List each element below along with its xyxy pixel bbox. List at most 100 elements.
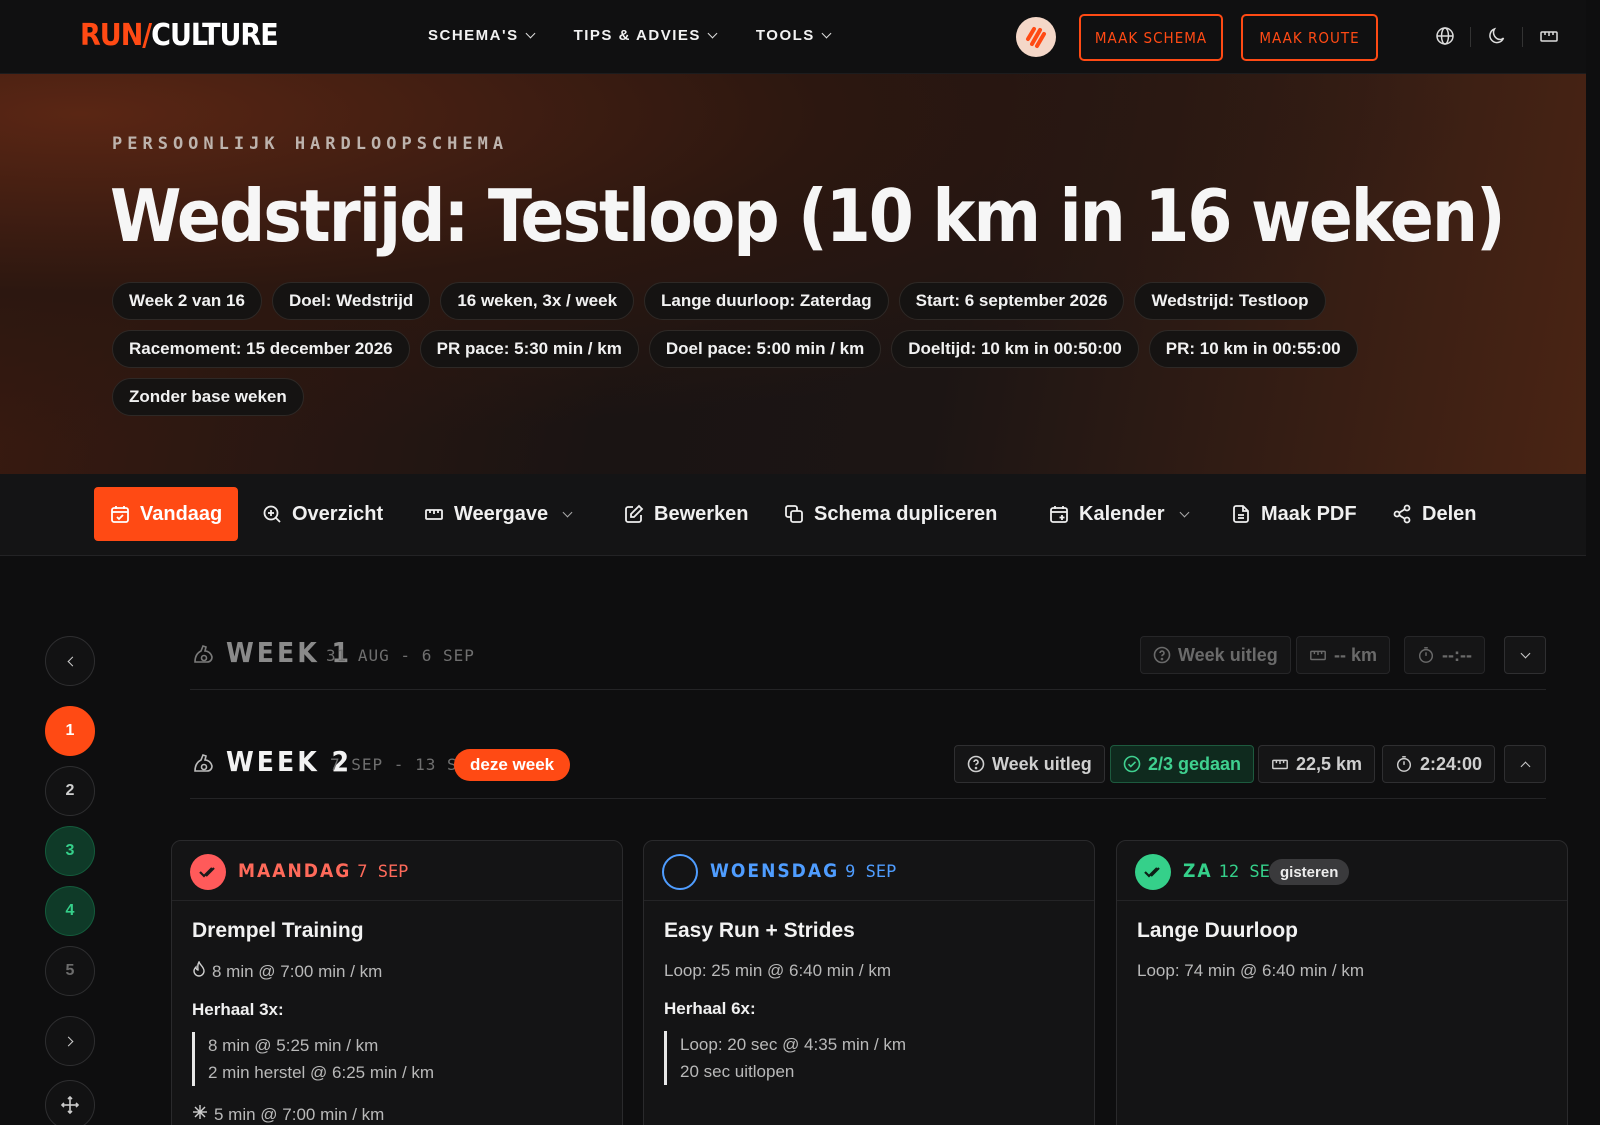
maak-schema-button[interactable]: MAAK SCHEMA — [1079, 14, 1223, 61]
info-chip: Start: 6 september 2026 — [898, 282, 1125, 320]
interval-line: 20 sec uitlopen — [680, 1062, 795, 1081]
info-chip: Doel: Wedstrijd — [271, 282, 431, 320]
rail-week-2[interactable]: 2 — [45, 766, 95, 816]
stopwatch-icon — [1396, 756, 1412, 772]
copy-icon — [784, 504, 804, 524]
card-body: Easy Run + Strides Loop: 25 min @ 6:40 m… — [644, 901, 1094, 1121]
kalender-dropdown[interactable]: Kalender — [1049, 487, 1190, 541]
calendar-check-icon — [110, 504, 130, 524]
repeat-label: Herhaal 6x: — [664, 999, 756, 1018]
chevron-right-icon — [63, 1036, 73, 1046]
completed-icon[interactable] — [1135, 854, 1171, 890]
collapse-week-button[interactable] — [1504, 745, 1546, 783]
card-body: Lange Duurloop Loop: 74 min @ 6:40 min /… — [1117, 901, 1567, 1017]
expand-week-button[interactable] — [1504, 636, 1546, 674]
ruler-icon — [1272, 759, 1288, 770]
zoom-in-icon — [262, 504, 282, 524]
info-chip: 16 weken, 3x / week — [440, 282, 635, 320]
current-week-badge: deze week — [454, 749, 571, 781]
globe-icon[interactable] — [1434, 25, 1456, 47]
check-circle-icon — [1123, 755, 1141, 773]
vandaag-button[interactable]: Vandaag — [94, 487, 239, 541]
chevron-down-icon — [1520, 648, 1530, 658]
next-week-button[interactable] — [45, 1016, 95, 1066]
help-icon — [967, 755, 985, 773]
info-chip: Wedstrijd: Testloop — [1134, 282, 1326, 320]
hero-kicker: PERSOONLIJK HARDLOOPSCHEMA — [112, 134, 509, 154]
schema-dupliceren-button[interactable]: Schema dupliceren — [784, 487, 997, 541]
stopwatch-icon — [1418, 647, 1434, 663]
chevron-down-icon — [1179, 507, 1190, 517]
yesterday-tag: gisteren — [1269, 859, 1350, 885]
menu-tools[interactable]: TOOLS — [756, 27, 832, 44]
cooldown-line: 5 min @ 7:00 min / km — [192, 1104, 602, 1125]
info-chip: Zonder base weken — [112, 378, 304, 416]
workout-line: Loop: 74 min @ 6:40 min / km — [1137, 961, 1365, 980]
previous-week-button[interactable] — [45, 636, 95, 686]
card-header: ZA 12 SEP gisteren — [1117, 841, 1567, 901]
not-completed-icon[interactable] — [662, 854, 698, 890]
info-chip: PR pace: 5:30 min / km — [419, 330, 639, 368]
rail-week-5[interactable]: 5 — [45, 946, 95, 996]
weergave-dropdown[interactable]: Weergave — [424, 487, 573, 541]
week-progress: 2/3 gedaan — [1110, 745, 1255, 783]
document-icon — [1231, 504, 1251, 524]
ruler-icon — [1310, 650, 1326, 661]
workout-title: Lange Duurloop — [1137, 919, 1298, 942]
help-icon — [1153, 646, 1171, 664]
main-menu: SCHEMA'S TIPS & ADVIES TOOLS — [428, 27, 832, 44]
ruler-icon — [424, 504, 444, 524]
week-row-2[interactable]: WEEK 2 7 SEP - 13 SEP deze week Week uit… — [190, 729, 1546, 799]
completed-icon[interactable] — [190, 854, 226, 890]
info-chip: Doel pace: 5:00 min / km — [648, 330, 882, 368]
week-uitleg-button[interactable]: Week uitleg — [954, 745, 1105, 783]
info-chip: PR: 10 km in 00:55:00 — [1148, 330, 1358, 368]
move-button[interactable] — [45, 1080, 95, 1125]
rail-week-4[interactable]: 4 — [45, 886, 95, 936]
maak-pdf-button[interactable]: Maak PDF — [1231, 487, 1357, 541]
week-time: --:-- — [1404, 636, 1485, 674]
workout-line: Loop: 25 min @ 6:40 min / km — [664, 961, 892, 980]
workout-card-woensdag[interactable]: WOENSDAG 9 SEP Easy Run + Strides Loop: 2… — [643, 840, 1095, 1125]
card-header: MAANDAG 7 SEP — [172, 841, 622, 901]
week-distance: -- km — [1296, 636, 1391, 674]
week-distance: 22,5 km — [1258, 745, 1376, 783]
flame-icon — [192, 960, 206, 982]
moon-icon[interactable] — [1486, 25, 1508, 47]
week-row-1[interactable]: WEEK 1 31 AUG - 6 SEP Week uitleg -- km … — [190, 620, 1546, 690]
logo[interactable]: RUN/CULTURE — [80, 18, 279, 53]
day-label: MAANDAG 7 SEP — [238, 860, 409, 882]
chevron-left-icon — [67, 656, 77, 666]
chevron-down-icon — [525, 28, 536, 39]
edit-icon — [624, 504, 644, 524]
overzicht-button[interactable]: Overzicht — [262, 487, 383, 541]
bewerken-button[interactable]: Bewerken — [624, 487, 749, 541]
chevron-down-icon — [707, 28, 718, 39]
rail-week-3[interactable]: 3 — [45, 826, 95, 876]
day-label: ZA 12 SEP — [1183, 860, 1281, 882]
page-title: Wedstrijd: Testloop (10 km in 16 weken) — [110, 174, 1506, 258]
strava-icon[interactable] — [1016, 17, 1056, 57]
repeat-label: Herhaal 3x: — [192, 1000, 284, 1019]
workout-title: Drempel Training — [192, 919, 364, 942]
top-navigation: RUN/CULTURE SCHEMA'S TIPS & ADVIES TOOLS… — [0, 0, 1586, 74]
maak-route-button[interactable]: MAAK ROUTE — [1241, 14, 1378, 61]
week-time: 2:24:00 — [1382, 745, 1496, 783]
workout-card-maandag[interactable]: MAANDAG 7 SEP Drempel Training 8 min @ 7:… — [171, 840, 623, 1125]
menu-schemas[interactable]: SCHEMA'S — [428, 27, 536, 44]
interval-line: Loop: 20 sec @ 4:35 min / km — [680, 1035, 907, 1054]
calendar-plus-icon — [1049, 504, 1069, 524]
chevron-down-icon — [821, 28, 832, 39]
day-label: WOENSDAG 9 SEP — [710, 860, 897, 882]
menu-tips-advies[interactable]: TIPS & ADVIES — [574, 27, 718, 44]
rail-week-1[interactable]: 1 — [45, 706, 95, 756]
card-header: WOENSDAG 9 SEP — [644, 841, 1094, 901]
info-chip: Lange duurloop: Zaterdag — [644, 282, 889, 320]
page: { "brand": {"part1": "RUN", "slash": "/"… — [0, 0, 1600, 1125]
week-uitleg-button[interactable]: Week uitleg — [1140, 636, 1291, 674]
snowflake-icon — [192, 1104, 208, 1125]
workout-card-zaterdag[interactable]: ZA 12 SEP gisteren Lange Duurloop Loop: 7… — [1116, 840, 1568, 1125]
ruler-icon[interactable] — [1538, 25, 1560, 47]
delen-button[interactable]: Delen — [1392, 487, 1476, 541]
info-chip: Week 2 van 16 — [112, 282, 262, 320]
